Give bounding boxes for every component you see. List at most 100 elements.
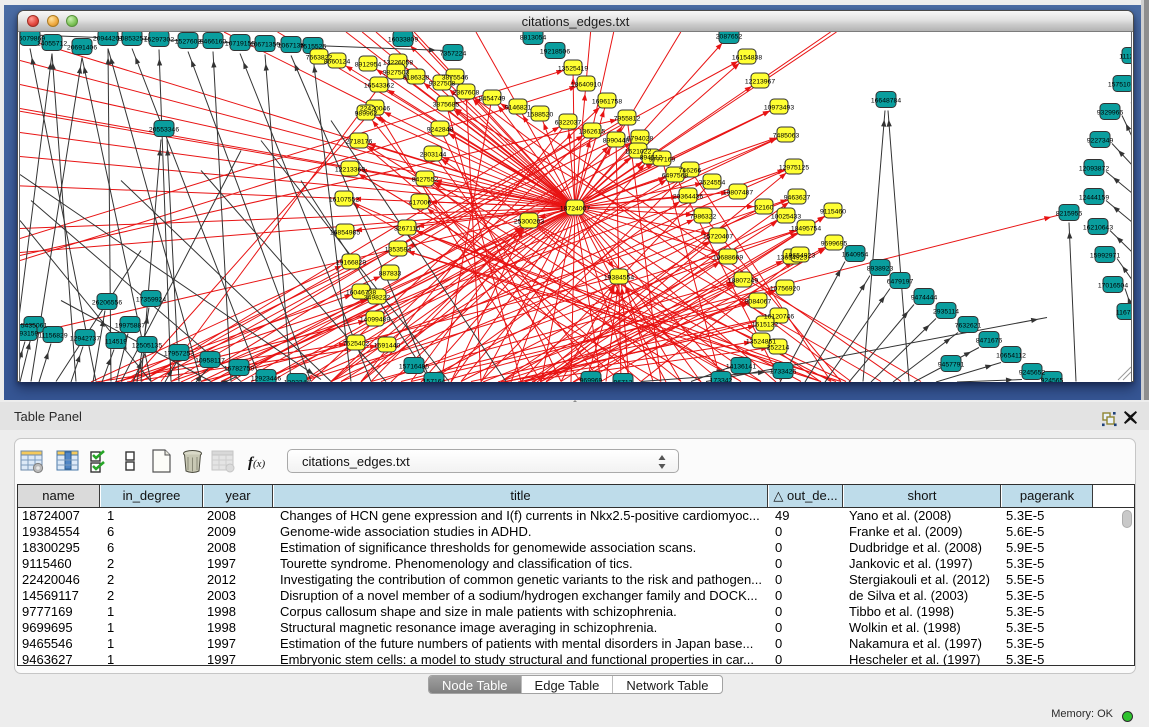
svg-text:10025433: 10025433 bbox=[771, 213, 801, 220]
svg-text:15297302: 15297302 bbox=[144, 36, 174, 43]
svg-text:6466160: 6466160 bbox=[200, 38, 227, 45]
svg-text:8215955: 8215955 bbox=[1056, 210, 1083, 217]
svg-text:1615132: 1615132 bbox=[752, 321, 779, 328]
svg-text:12923446: 12923446 bbox=[251, 375, 281, 382]
svg-text:19166829: 19166829 bbox=[336, 259, 366, 266]
svg-text:9699695: 9699695 bbox=[821, 240, 848, 247]
svg-text:3498222: 3498222 bbox=[364, 294, 391, 301]
svg-text:417006: 417006 bbox=[409, 199, 432, 206]
svg-text:1362615: 1362615 bbox=[579, 128, 606, 135]
svg-text:3875685: 3875685 bbox=[433, 101, 460, 108]
svg-text:19218506: 19218506 bbox=[540, 48, 570, 55]
svg-text:16543362: 16543362 bbox=[364, 82, 394, 89]
svg-text:1292344: 1292344 bbox=[284, 379, 311, 382]
svg-text:7357224: 7357224 bbox=[440, 50, 467, 57]
svg-text:96712: 96712 bbox=[614, 379, 633, 382]
svg-text:116753: 116753 bbox=[1116, 309, 1132, 316]
svg-text:15716485: 15716485 bbox=[399, 363, 429, 370]
svg-text:20364436: 20364436 bbox=[673, 193, 703, 200]
svg-text:12213967: 12213967 bbox=[745, 78, 775, 85]
svg-text:2718176: 2718176 bbox=[346, 138, 373, 145]
svg-text:10958117: 10958117 bbox=[195, 357, 225, 364]
svg-text:1588520: 1588520 bbox=[527, 111, 554, 118]
svg-text:13525419: 13525419 bbox=[558, 65, 588, 72]
svg-text:252214: 252214 bbox=[767, 344, 790, 351]
svg-text:16033809: 16033809 bbox=[388, 36, 418, 43]
svg-text:26206556: 26206556 bbox=[92, 299, 122, 306]
svg-text:3624554: 3624554 bbox=[699, 179, 726, 186]
svg-text:7632621: 7632621 bbox=[955, 322, 982, 329]
svg-text:924565: 924565 bbox=[1041, 377, 1064, 382]
svg-text:173342: 173342 bbox=[710, 377, 733, 382]
svg-text:14099489: 14099489 bbox=[360, 316, 390, 323]
svg-text:5435061: 5435061 bbox=[21, 322, 48, 329]
svg-text:8660124: 8660124 bbox=[324, 58, 351, 65]
svg-text:3267110: 3267110 bbox=[394, 225, 420, 232]
svg-text:8990448: 8990448 bbox=[603, 137, 630, 144]
svg-text:8186328: 8186328 bbox=[403, 74, 430, 81]
svg-text:989962: 989962 bbox=[355, 110, 378, 117]
svg-text:9474444: 9474444 bbox=[911, 294, 938, 301]
svg-text:18724007: 18724007 bbox=[560, 205, 590, 212]
svg-text:6497568: 6497568 bbox=[662, 172, 689, 179]
svg-text:16961758: 16961758 bbox=[592, 98, 622, 105]
svg-text:17359924: 17359924 bbox=[136, 296, 166, 303]
svg-text:16107552: 16107552 bbox=[329, 196, 359, 203]
svg-text:20553346: 20553346 bbox=[149, 126, 179, 133]
svg-text:16648784: 16648784 bbox=[871, 97, 901, 104]
svg-text:8813054: 8813054 bbox=[520, 34, 547, 41]
svg-text:10973493: 10973493 bbox=[764, 104, 794, 111]
svg-text:15720407: 15720407 bbox=[703, 233, 733, 240]
svg-text:17957253: 17957253 bbox=[164, 350, 194, 357]
svg-text:16782759: 16782759 bbox=[224, 365, 254, 372]
svg-text:12975125: 12975125 bbox=[779, 164, 809, 171]
svg-text:10756920: 10756920 bbox=[770, 285, 800, 292]
svg-text:393159: 393159 bbox=[20, 330, 39, 337]
svg-text:12213369: 12213369 bbox=[335, 166, 365, 173]
svg-text:1733426: 1733426 bbox=[770, 368, 797, 375]
svg-text:16854985: 16854985 bbox=[330, 229, 360, 236]
svg-text:887833: 887833 bbox=[379, 270, 402, 277]
svg-text:8427552: 8427552 bbox=[412, 176, 439, 183]
svg-text:7625402: 7625402 bbox=[343, 340, 370, 347]
svg-text:9329966: 9329966 bbox=[1097, 109, 1124, 116]
svg-text:18495754: 18495754 bbox=[791, 225, 821, 232]
svg-text:12505135: 12505135 bbox=[132, 342, 162, 349]
svg-text:13226058: 13226058 bbox=[383, 59, 413, 66]
svg-text:8454749: 8454749 bbox=[479, 95, 506, 102]
svg-text:9457791: 9457791 bbox=[938, 361, 965, 368]
svg-text:9245652: 9245652 bbox=[1019, 369, 1046, 376]
svg-text:2935114: 2935114 bbox=[933, 308, 959, 315]
svg-text:19975887: 19975887 bbox=[115, 322, 145, 329]
svg-text:6794028: 6794028 bbox=[627, 135, 654, 142]
svg-text:9327508: 9327508 bbox=[429, 80, 456, 87]
svg-text:9242848: 9242848 bbox=[427, 126, 454, 133]
svg-text:(x): (x) bbox=[253, 458, 266, 470]
svg-text:18640910: 18640910 bbox=[571, 81, 601, 88]
svg-text:15992971: 15992971 bbox=[1090, 252, 1120, 259]
svg-text:1112688: 1112688 bbox=[1119, 53, 1132, 60]
svg-text:25300203: 25300203 bbox=[514, 218, 544, 225]
svg-text:16210643: 16210643 bbox=[1083, 224, 1113, 231]
svg-text:9146821: 9146821 bbox=[505, 104, 532, 111]
svg-text:10654112: 10654112 bbox=[996, 352, 1026, 359]
svg-text:2367608: 2367608 bbox=[453, 89, 480, 96]
svg-text:9463627: 9463627 bbox=[784, 194, 811, 201]
svg-text:1353594: 1353594 bbox=[385, 246, 412, 253]
svg-text:10807487: 10807487 bbox=[723, 189, 753, 196]
svg-text:114519: 114519 bbox=[105, 338, 127, 345]
svg-text:8471676: 8471676 bbox=[976, 337, 1003, 344]
svg-text:10688609: 10688609 bbox=[713, 254, 743, 261]
svg-text:9084067: 9084067 bbox=[745, 298, 772, 305]
svg-text:10853257: 10853257 bbox=[117, 35, 147, 42]
svg-text:15751074: 15751074 bbox=[1108, 81, 1132, 88]
svg-text:12093872: 12093872 bbox=[1079, 165, 1109, 172]
svg-text:19654923: 19654923 bbox=[785, 252, 815, 259]
svg-text:12444159: 12444159 bbox=[1079, 194, 1109, 201]
svg-text:7986322: 7986322 bbox=[690, 213, 717, 220]
svg-text:6322037: 6322037 bbox=[555, 119, 582, 126]
svg-text:7515526: 7515526 bbox=[300, 43, 327, 50]
svg-text:7485063: 7485063 bbox=[773, 132, 800, 139]
svg-text:14136141: 14136141 bbox=[726, 363, 756, 370]
svg-text:8938923: 8938923 bbox=[867, 265, 894, 272]
